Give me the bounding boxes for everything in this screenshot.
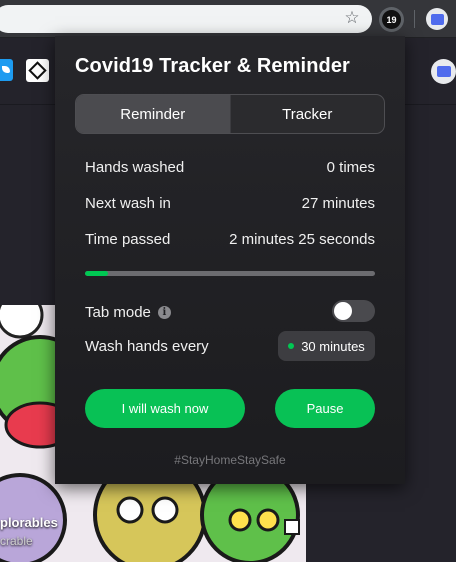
codepen-icon[interactable] [26, 59, 49, 82]
address-bar[interactable] [0, 5, 372, 33]
tab-mode-row: Tab mode i [85, 301, 171, 323]
info-icon[interactable]: i [157, 305, 171, 319]
tab-switcher: Reminder Tracker [75, 94, 385, 134]
next-wash-value: 27 minutes [301, 194, 375, 212]
toolbar-divider [414, 10, 415, 28]
wash-interval-select[interactable]: 30 minutes [278, 331, 375, 361]
popup-title: Covid19 Tracker & Reminder [75, 55, 350, 77]
twitter-icon[interactable] [0, 59, 13, 81]
tab-mode-label: Tab mode [85, 303, 151, 321]
wash-now-button[interactable]: I will wash now [85, 389, 245, 428]
tab-mode-toggle[interactable] [332, 300, 375, 322]
hands-washed-row: Hands washed 0 times [85, 157, 375, 177]
extension-popup: Covid19 Tracker & Reminder Reminder Trac… [55, 36, 405, 484]
hands-washed-value: 0 times [326, 158, 375, 176]
time-passed-label: Time passed [85, 230, 171, 248]
browser-toolbar: ☆ 19 [0, 0, 456, 38]
hashtag-text: #StayHomeStaySafe [174, 453, 286, 467]
wash-progress-fill [85, 271, 109, 276]
bookmark-star-icon[interactable]: ☆ [342, 8, 362, 28]
hands-washed-label: Hands washed [85, 158, 185, 176]
time-passed-value: 2 minutes 25 seconds [229, 230, 375, 248]
tab-reminder[interactable]: Reminder [76, 95, 231, 133]
artwork-subtitle: crable [0, 534, 33, 548]
extension-icon[interactable] [426, 8, 448, 30]
wash-every-label: Wash hands every [85, 338, 209, 355]
tab-tracker[interactable]: Tracker [231, 95, 385, 133]
next-wash-label: Next wash in [85, 194, 171, 212]
extension-badge: 19 [382, 10, 401, 29]
next-wash-row: Next wash in 27 minutes [85, 193, 375, 213]
covid-extension-icon[interactable]: 19 [379, 7, 404, 32]
wash-progress-bar [85, 271, 375, 276]
toggle-knob [334, 302, 352, 320]
wash-interval-value: 30 minutes [301, 338, 365, 354]
artwork-title[interactable]: plorables [0, 515, 58, 530]
pause-button[interactable]: Pause [275, 389, 375, 428]
time-passed-row: Time passed 2 minutes 25 seconds [85, 229, 375, 249]
status-dot-icon [288, 343, 295, 349]
avatar[interactable] [431, 59, 456, 84]
